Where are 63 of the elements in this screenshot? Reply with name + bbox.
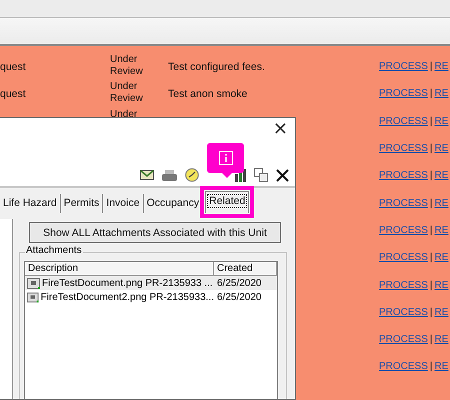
file-description: FireTestDocument2.png PR-2135933...: [40, 292, 214, 302]
link-separator: |: [430, 224, 433, 236]
action-link[interactable]: RE: [434, 280, 448, 291]
link-separator: |: [430, 280, 433, 291]
process-link[interactable]: PROCESS: [379, 143, 428, 154]
close-icon[interactable]: [276, 168, 289, 182]
action-link[interactable]: RE: [434, 61, 448, 72]
link-separator: |: [430, 88, 433, 100]
created-date: 6/25/2020: [216, 278, 262, 288]
close-button[interactable]: ×: [272, 120, 288, 138]
image-file-icon: [27, 292, 39, 302]
status-cell-text: Under Review: [110, 81, 144, 104]
process-link[interactable]: PROCESS: [379, 334, 428, 346]
process-link[interactable]: PROCESS: [379, 361, 428, 372]
group-label: Attachments: [25, 245, 83, 256]
action-link[interactable]: RE: [434, 306, 448, 318]
process-link[interactable]: PROCESS: [379, 252, 428, 264]
link-separator: |: [430, 170, 433, 182]
link-separator: |: [430, 116, 433, 127]
process-link[interactable]: PROCESS: [379, 61, 428, 72]
attachment-row[interactable]: FireTestDocument2.png PR-2135933... 6/25/2020: [25, 290, 277, 304]
link-separator: |: [430, 61, 433, 72]
action-link[interactable]: RE: [434, 170, 448, 182]
link-separator: |: [430, 306, 433, 318]
process-link[interactable]: PROCESS: [379, 280, 428, 291]
chart-icon[interactable]: [235, 168, 246, 182]
column-header[interactable]: Description: [25, 262, 214, 275]
action-link[interactable]: RE: [434, 224, 448, 236]
process-link[interactable]: PROCESS: [379, 224, 428, 236]
action-link[interactable]: RE: [434, 88, 448, 100]
action-link[interactable]: RE: [434, 252, 448, 264]
action-link[interactable]: RE: [434, 361, 448, 372]
link-separator: |: [430, 252, 433, 264]
table-cell: quest: [0, 88, 26, 100]
link-separator: |: [430, 361, 433, 372]
action-link[interactable]: RE: [434, 116, 448, 127]
process-link[interactable]: PROCESS: [379, 88, 428, 100]
action-link[interactable]: RE: [434, 334, 448, 346]
attachment-row[interactable]: FireTestDocument.png PR-2135933 ... 6/25/2020: [25, 276, 277, 290]
table-cell: Test anon smoke: [168, 88, 248, 100]
process-link[interactable]: PROCESS: [379, 306, 428, 318]
process-link[interactable]: PROCESS: [379, 170, 428, 182]
table-cell: quest: [0, 60, 26, 73]
printer-icon[interactable]: [162, 169, 177, 181]
info-icon: [218, 151, 232, 165]
created-date: 6/25/2020: [216, 292, 262, 302]
process-link[interactable]: PROCESS: [379, 198, 428, 209]
file-description: FireTestDocument.png PR-2135933 ...: [42, 278, 213, 288]
link-separator: |: [430, 334, 433, 346]
action-link[interactable]: RE: [434, 198, 448, 209]
show-attachments-button[interactable]: Show ALL Attachments Associated with this Unit: [29, 222, 281, 243]
link-separator: |: [430, 143, 433, 154]
status-cell-text: Under Review: [110, 54, 144, 77]
action-link[interactable]: RE: [434, 143, 448, 154]
envelope-icon[interactable]: [140, 169, 154, 181]
table-cell: Test configured fees.: [168, 60, 265, 73]
process-link[interactable]: PROCESS: [379, 116, 428, 127]
status-cell-text: Under: [110, 108, 138, 120]
copy-icon[interactable]: [254, 168, 268, 182]
link-separator: |: [430, 198, 433, 209]
image-file-icon: [27, 278, 40, 288]
clock-icon[interactable]: [185, 168, 199, 182]
column-header[interactable]: Created: [214, 262, 277, 275]
